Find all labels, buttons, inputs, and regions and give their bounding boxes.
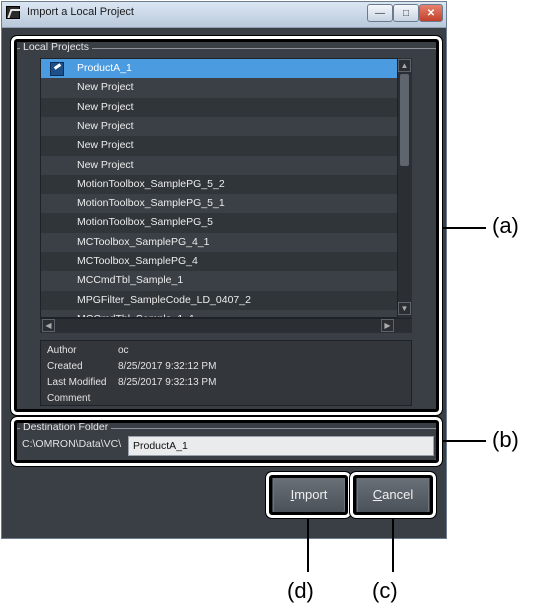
minimize-button[interactable]: — bbox=[367, 4, 393, 22]
callout-line-a bbox=[442, 227, 486, 229]
maximize-button[interactable]: □ bbox=[393, 4, 419, 22]
callout-label-d: (d) bbox=[287, 578, 314, 603]
app-icon bbox=[6, 6, 20, 19]
callout-label-a: (a) bbox=[492, 213, 519, 238]
close-button[interactable]: ✕ bbox=[419, 4, 443, 22]
callout-frame-a bbox=[10, 35, 443, 416]
window-title: Import a Local Project bbox=[27, 6, 134, 18]
callout-line-b bbox=[442, 440, 486, 442]
callout-line-d bbox=[307, 518, 309, 572]
callout-label-b: (b) bbox=[492, 427, 519, 452]
callout-label-c: (c) bbox=[372, 578, 398, 603]
callout-frame-c bbox=[349, 471, 437, 519]
callout-frame-b bbox=[10, 416, 443, 467]
callout-frame-d bbox=[265, 471, 352, 519]
callout-line-c bbox=[392, 518, 394, 572]
